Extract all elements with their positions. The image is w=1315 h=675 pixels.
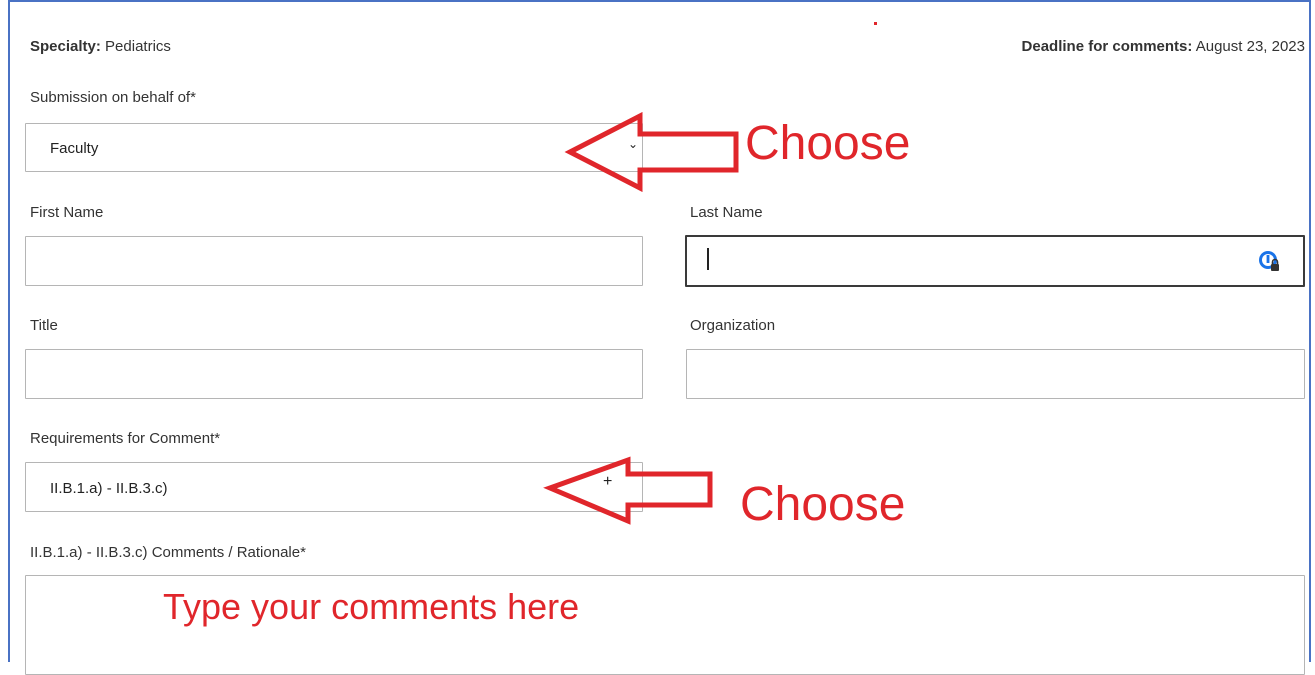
title-input[interactable]: [25, 349, 643, 399]
submission-value: Faculty: [50, 140, 99, 157]
specialty-value: Pediatrics: [105, 38, 171, 55]
requirements-value: II.B.1.a) - II.B.3.c): [50, 480, 168, 497]
submission-label: Submission on behalf of*: [30, 89, 196, 106]
annotation-choose-2: Choose: [740, 478, 906, 531]
password-manager-icon[interactable]: [1257, 249, 1281, 273]
deadline-label: Deadline for comments:: [1021, 38, 1193, 55]
last-name-input[interactable]: [685, 235, 1305, 287]
annotation-arrow-1: [564, 112, 739, 192]
specialty: Specialty: Pediatrics: [30, 38, 171, 55]
submission-select[interactable]: Faculty ⌄: [25, 123, 643, 172]
title-label: Title: [30, 317, 58, 334]
comments-label: II.B.1.a) - II.B.3.c) Comments / Rationa…: [30, 544, 306, 561]
specialty-label: Specialty:: [30, 38, 101, 55]
last-name-label: Last Name: [690, 204, 763, 221]
first-name-input[interactable]: [25, 236, 643, 286]
organization-input[interactable]: [686, 349, 1305, 399]
annotation-choose-1: Choose: [745, 117, 911, 170]
requirements-label: Requirements for Comment*: [30, 430, 221, 447]
form-frame: [8, 0, 1311, 662]
decorative-dot: [874, 22, 877, 25]
annotation-type-comments: Type your comments here: [163, 586, 580, 627]
organization-label: Organization: [690, 317, 776, 334]
first-name-label: First Name: [30, 204, 104, 221]
text-caret: [707, 248, 709, 270]
annotation-arrow-2: [543, 456, 713, 525]
deadline: Deadline for comments: August 23, 2023: [1022, 38, 1305, 55]
deadline-value: August 23, 2023: [1195, 38, 1305, 55]
